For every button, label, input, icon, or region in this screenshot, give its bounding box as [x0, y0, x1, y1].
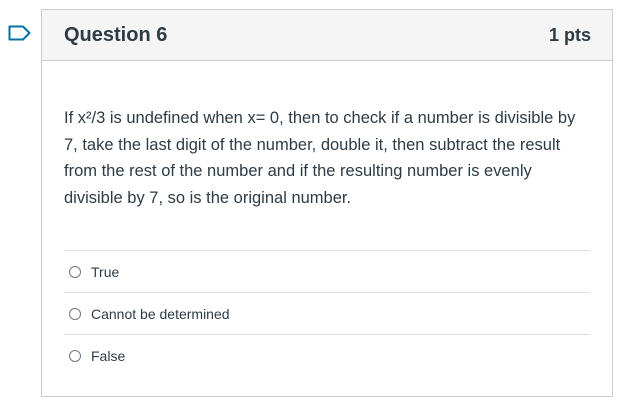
answer-option-false[interactable]: False [64, 335, 590, 376]
answer-list: True Cannot be determined False [64, 250, 590, 376]
radio-button[interactable] [69, 349, 81, 362]
answer-option-cannot-be-determined[interactable]: Cannot be determined [64, 293, 590, 335]
bookmark-flag-icon[interactable] [8, 25, 32, 41]
radio-button[interactable] [69, 265, 81, 278]
question-title: Question 6 [64, 23, 168, 46]
radio-button[interactable] [69, 307, 81, 320]
answer-label[interactable]: True [91, 264, 119, 280]
question-header: Question 6 1 pts [42, 10, 612, 61]
answer-label[interactable]: False [91, 348, 125, 364]
question-points: 1 pts [548, 24, 591, 45]
answer-label[interactable]: Cannot be determined [91, 306, 230, 322]
answer-option-true[interactable]: True [64, 251, 590, 293]
question-body: If x²/3 is undefined when x= 0, then to … [42, 61, 612, 376]
question-card: Question 6 1 pts If x²/3 is undefined wh… [41, 9, 613, 397]
question-text: If x²/3 is undefined when x= 0, then to … [64, 109, 576, 207]
